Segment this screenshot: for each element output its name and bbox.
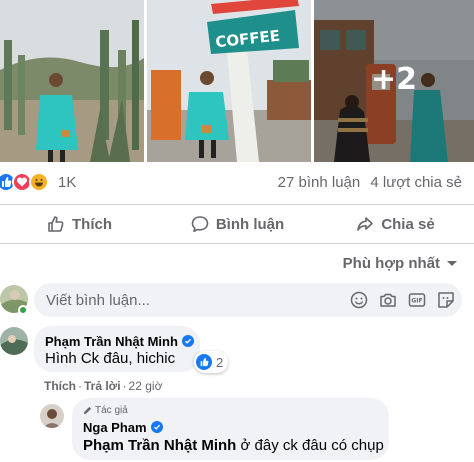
share-count[interactable]: 4 lượt chia sẻ	[370, 174, 462, 191]
share-arrow-icon	[357, 217, 374, 231]
author-badge-label: Tác giả	[95, 405, 128, 416]
camera-icon[interactable]	[378, 290, 398, 310]
comment-bubble: Phạm Trần Nhật Minh Hình Ck đâu, hichic	[34, 326, 200, 372]
engagement-counts: 27 bình luận 4 lượt chia sẻ	[272, 174, 462, 191]
haha-icon	[29, 172, 49, 192]
comment-count[interactable]: 27 bình luận	[278, 174, 361, 191]
svg-text:GIF: GIF	[411, 298, 422, 305]
post-action-bar: Thích Bình luận Chia sẻ	[0, 205, 474, 243]
comment-input[interactable]: Viết bình luận... GIF	[34, 283, 462, 317]
comment-tools: GIF	[340, 290, 456, 310]
reply-author-name[interactable]: Nga Pham	[83, 420, 147, 435]
like-button[interactable]: Thích	[0, 205, 158, 243]
reply-body: ở đây ck đâu có chụp	[240, 437, 384, 454]
comment-author-name[interactable]: Phạm Trần Nhật Minh	[45, 334, 178, 349]
reply-text: Phạm Trần Nhật Minh ở đây ck đâu có chụp	[83, 437, 384, 454]
reply-mention[interactable]: Phạm Trần Nhật Minh	[83, 437, 236, 454]
comment-input-placeholder: Viết bình luận...	[46, 292, 150, 309]
comment-bubble-icon	[191, 216, 209, 233]
thumbs-up-icon	[48, 216, 64, 232]
comment-sort-label: Phù hợp nhất	[342, 255, 440, 272]
author-badge: Tác giả	[83, 405, 128, 416]
pencil-icon	[83, 406, 92, 415]
coffee-sign-photo[interactable]: COFFEE	[147, 0, 311, 162]
comment-sort-dropdown[interactable]: Phù hợp nhất	[343, 255, 458, 272]
gif-icon[interactable]: GIF	[407, 290, 427, 310]
comment-author-name-wrap: Phạm Trần Nhật Minh	[45, 334, 194, 349]
comment-reaction-number: 2	[216, 354, 224, 370]
comment-reaction-count[interactable]: 2	[194, 351, 229, 373]
emoji-icon[interactable]	[349, 290, 369, 310]
share-button-label: Chia sẻ	[381, 215, 435, 233]
comment-button[interactable]: Bình luận	[158, 205, 316, 243]
comment-reply-link[interactable]: Trả lời	[84, 379, 121, 393]
chevron-down-icon	[447, 260, 457, 266]
comment-timestamp[interactable]: 22 giờ	[129, 379, 163, 393]
comment-like-link[interactable]: Thích	[44, 379, 76, 393]
post-stats-bar: 1K 27 bình luận 4 lượt chia sẻ	[0, 170, 474, 196]
share-button[interactable]: Chia sẻ	[316, 205, 474, 243]
verified-badge-icon	[150, 421, 163, 433]
comment-button-label: Bình luận	[215, 215, 285, 233]
gas-pump-photo[interactable]: +2	[314, 0, 474, 162]
comment-meta: Thích · Trả lời · 22 giờ	[44, 379, 163, 393]
divider	[0, 243, 474, 244]
post-photo-grid: COFFEE +2	[0, 0, 474, 162]
like-icon	[196, 354, 212, 370]
comment-text: Hình Ck đâu, hichic	[45, 350, 176, 367]
reply-bubble: Tác giả Nga Pham Phạm Trần Nhật Minh ở đ…	[72, 398, 389, 460]
reply-author-avatar[interactable]	[40, 404, 64, 428]
online-status-indicator	[18, 305, 28, 315]
sticker-icon[interactable]	[436, 290, 456, 310]
more-photos-count[interactable]: +2	[314, 62, 474, 97]
reaction-count[interactable]: 1K	[58, 174, 76, 191]
commenter-avatar[interactable]	[0, 327, 28, 355]
reply-author-name-wrap: Nga Pham	[83, 420, 163, 435]
like-button-label: Thích	[72, 215, 112, 233]
reaction-icons[interactable]	[0, 172, 56, 192]
cactus-garden-photo[interactable]	[0, 0, 144, 162]
verified-badge-icon	[181, 335, 194, 347]
